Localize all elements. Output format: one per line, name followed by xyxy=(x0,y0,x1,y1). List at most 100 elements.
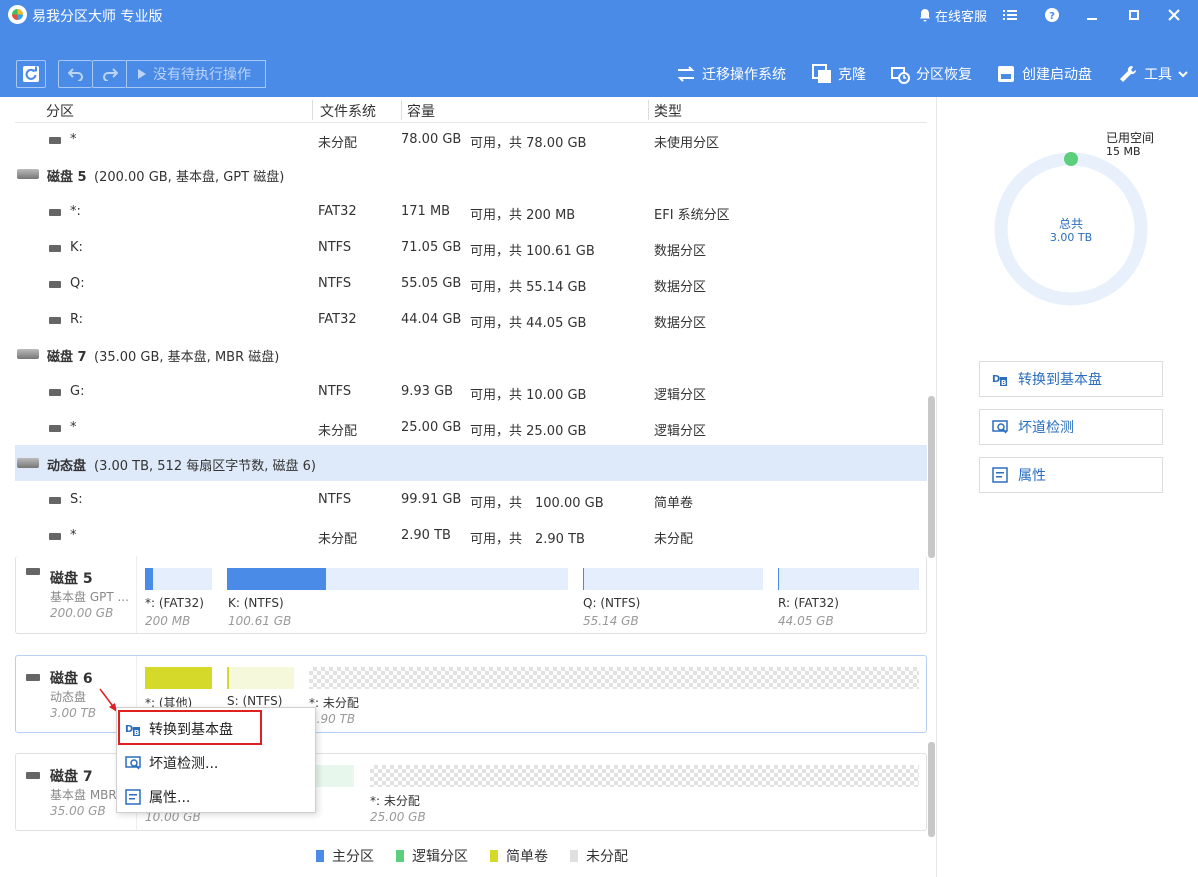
unallocated-bar[interactable] xyxy=(309,667,919,689)
table-row[interactable]: *: FAT32 171 MB 可用，共 200 MB EFI 系统分区 xyxy=(15,194,927,230)
drive-icon xyxy=(49,137,61,144)
partition-fs: NTFS xyxy=(318,492,352,507)
close-button[interactable] xyxy=(1154,0,1194,30)
partition-bar[interactable] xyxy=(145,568,212,590)
legend-label: 简单卷 xyxy=(506,849,548,865)
col-header-filesystem[interactable]: 文件系统 xyxy=(320,101,376,121)
col-header-type[interactable]: 类型 xyxy=(654,101,682,121)
surface-test-icon xyxy=(992,420,1008,434)
disk-card-type: 基本盘 MBR xyxy=(50,788,117,802)
disk-row-selected[interactable]: 动态盘 (3.00 TB, 512 每扇区字节数, 磁盘 6) xyxy=(15,445,927,481)
table-row[interactable]: * 未分配 2.90 TB 可用，共 2.90 TB 未分配 xyxy=(15,518,927,554)
menu-button[interactable] xyxy=(990,0,1030,30)
convert-basic-button[interactable]: DB 转换到基本盘 xyxy=(979,361,1163,397)
bell-icon xyxy=(920,9,930,22)
col-header-capacity[interactable]: 容量 xyxy=(407,101,435,121)
app-title: 易我分区大师 专业版 xyxy=(32,9,163,25)
partition-recovery-button[interactable]: 分区恢复 xyxy=(890,62,972,86)
partition-name: K: xyxy=(70,240,83,255)
properties-icon xyxy=(125,789,141,805)
properties-label: 属性 xyxy=(1018,468,1046,484)
disk-card-title: 磁盘 6 xyxy=(50,671,93,687)
table-row[interactable]: * 未分配 78.00 GB 可用，共 78.00 GB 未使用分区 xyxy=(15,122,927,158)
col-header-partition[interactable]: 分区 xyxy=(46,101,74,121)
col-divider[interactable] xyxy=(401,100,402,120)
total-label: 总共 xyxy=(1058,217,1083,231)
disk-card-5[interactable]: 磁盘 5 基本盘 GPT ... 200.00 GB *: (FAT32) 20… xyxy=(15,556,927,634)
table-row[interactable]: S: NTFS 99.91 GB 可用，共 100.00 GB 简单卷 xyxy=(15,482,927,518)
partition-used: 9.93 GB xyxy=(401,384,454,399)
used-space-label: 已用空间 xyxy=(1106,131,1155,145)
migrate-os-label: 迁移操作系统 xyxy=(702,67,786,83)
disk-card-type: 动态盘 xyxy=(50,690,87,704)
partition-label: R: (FAT32) xyxy=(778,596,839,610)
partition-bar[interactable] xyxy=(583,568,763,590)
partition-type: 数据分区 xyxy=(654,244,707,259)
partition-avail: 可用，共 44.05 GB xyxy=(470,316,587,331)
col-divider[interactable] xyxy=(312,100,313,120)
drive-icon xyxy=(49,425,61,432)
disk-card-size: 35.00 GB xyxy=(50,804,106,818)
migrate-os-button[interactable]: 迁移操作系统 xyxy=(676,62,786,86)
online-service-button[interactable]: 在线客服 xyxy=(918,0,987,30)
convert-basic-label: 转换到基本盘 xyxy=(1018,372,1102,388)
table-row[interactable]: K: NTFS 71.05 GB 可用，共 100.61 GB 数据分区 xyxy=(15,230,927,266)
recover-icon xyxy=(890,64,910,84)
menu-item-label: 坏道检测... xyxy=(149,756,219,772)
undo-button[interactable] xyxy=(58,60,92,88)
clone-label: 克隆 xyxy=(838,67,866,83)
partition-fs: 未分配 xyxy=(318,424,358,439)
redo-button[interactable] xyxy=(92,60,126,88)
surface-test-button[interactable]: 坏道检测 xyxy=(979,409,1163,445)
close-icon xyxy=(1168,9,1180,21)
partition-bar[interactable] xyxy=(145,667,212,689)
disk-card-size: 200.00 GB xyxy=(50,606,114,620)
svg-text:?: ? xyxy=(1049,11,1055,22)
table-row[interactable]: Q: NTFS 55.05 GB 可用，共 55.14 GB 数据分区 xyxy=(15,266,927,302)
online-service-label: 在线客服 xyxy=(935,9,988,25)
partition-name: * xyxy=(70,420,77,435)
disk-card-type: 基本盘 GPT ... xyxy=(50,590,129,604)
table-row[interactable]: * 未分配 25.00 GB 可用，共 25.00 GB 逻辑分区 xyxy=(15,410,927,446)
table-row[interactable]: R: FAT32 44.04 GB 可用，共 44.05 GB 数据分区 xyxy=(15,302,927,338)
table-row[interactable]: G: NTFS 9.93 GB 可用，共 10.00 GB 逻辑分区 xyxy=(15,374,927,410)
disk-row[interactable]: 磁盘 7 (35.00 GB, 基本盘, MBR 磁盘) xyxy=(15,336,927,372)
partition-used: 78.00 GB xyxy=(401,132,462,147)
hard-disk-icon xyxy=(17,169,39,179)
wrench-icon xyxy=(1118,64,1138,84)
properties-button[interactable]: 属性 xyxy=(979,457,1163,493)
partition-used: 2.90 TB xyxy=(401,528,451,543)
unallocated-bar[interactable] xyxy=(370,765,919,787)
menu-item-properties[interactable]: 属性... xyxy=(117,781,315,813)
partition-type: 数据分区 xyxy=(654,280,707,295)
legend-swatch xyxy=(316,850,324,862)
drive-icon xyxy=(49,209,61,216)
refresh-button[interactable] xyxy=(16,60,46,88)
clone-button[interactable]: 克隆 xyxy=(812,62,866,86)
legend-label: 未分配 xyxy=(586,849,628,865)
partition-type: 未分配 xyxy=(654,532,694,547)
table-scrollbar[interactable] xyxy=(928,396,935,558)
help-button[interactable]: ? xyxy=(1032,0,1072,30)
disk-desc: (35.00 GB, 基本盘, MBR 磁盘) xyxy=(94,350,280,365)
minimize-icon xyxy=(1087,18,1097,20)
partition-used: 171 MB xyxy=(401,204,451,219)
bootdisk-icon xyxy=(996,64,1016,84)
menu-item-surface-test[interactable]: 坏道检测... xyxy=(117,747,315,779)
create-bootdisk-button[interactable]: 创建启动盘 xyxy=(996,62,1092,86)
execute-pending-button[interactable]: 没有待执行操作 xyxy=(126,60,266,88)
partition-type: 未使用分区 xyxy=(654,136,720,151)
partition-fs: 未分配 xyxy=(318,532,358,547)
partition-bar[interactable] xyxy=(227,568,568,590)
minimize-button[interactable] xyxy=(1072,0,1112,30)
partition-bar[interactable] xyxy=(778,568,919,590)
legend-item: 逻辑分区 xyxy=(396,846,468,866)
right-panel: 已用空间 15 MB 总共 3.00 TB DB 转换到基本盘 坏道检测 属性 xyxy=(936,97,1198,877)
tools-menu-button[interactable]: 工具 xyxy=(1118,62,1188,86)
maximize-button[interactable] xyxy=(1114,0,1154,30)
col-divider[interactable] xyxy=(648,100,649,120)
disk-map-scrollbar[interactable] xyxy=(928,742,935,837)
disk-row[interactable]: 磁盘 5 (200.00 GB, 基本盘, GPT 磁盘) xyxy=(15,156,927,192)
partition-bar[interactable] xyxy=(227,667,294,689)
partition-used: 44.04 GB xyxy=(401,312,462,327)
